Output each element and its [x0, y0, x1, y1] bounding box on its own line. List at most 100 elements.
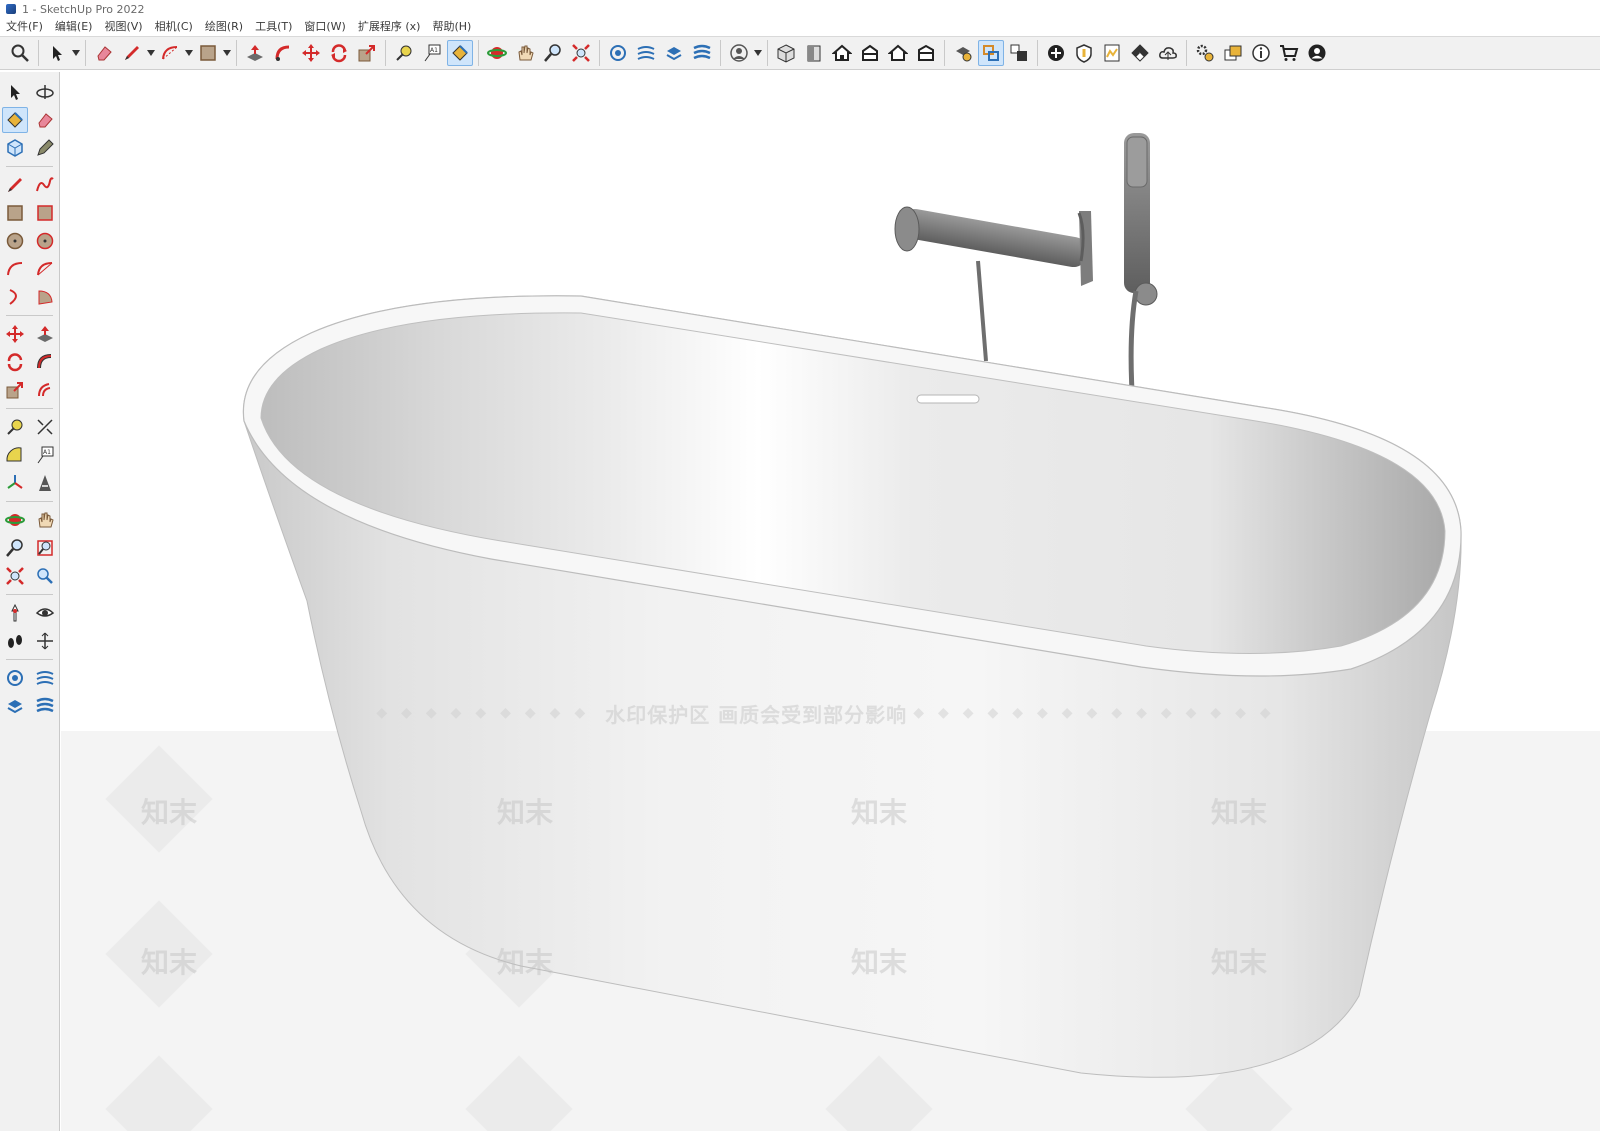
zoom-extents-icon[interactable]: [568, 40, 594, 66]
chevron-down-icon[interactable]: [184, 40, 194, 66]
settings-icon[interactable]: [1192, 40, 1218, 66]
position-camera-icon[interactable]: [2, 600, 28, 626]
shield-icon[interactable]: [1071, 40, 1097, 66]
make-component-icon[interactable]: [2, 135, 28, 161]
follow-me-icon[interactable]: [270, 40, 296, 66]
menu-file[interactable]: 文件(F): [0, 18, 49, 36]
push-pull-icon[interactable]: [242, 40, 268, 66]
offset-icon[interactable]: [32, 377, 58, 403]
menu-edit[interactable]: 编辑(E): [49, 18, 99, 36]
circle-icon[interactable]: [2, 228, 28, 254]
polygon-icon[interactable]: [32, 228, 58, 254]
eraser-icon[interactable]: [32, 107, 58, 133]
pan-icon[interactable]: [512, 40, 538, 66]
warehouse-icon[interactable]: [2, 665, 28, 691]
sandbox-icon[interactable]: [32, 693, 58, 719]
look-around-icon[interactable]: [32, 600, 58, 626]
add-icon[interactable]: [1043, 40, 1069, 66]
home-view-icon[interactable]: [829, 40, 855, 66]
pencil-icon[interactable]: [119, 40, 145, 66]
extension-icon[interactable]: [32, 665, 58, 691]
layout-icon[interactable]: [1099, 40, 1125, 66]
3d-text-icon[interactable]: [32, 470, 58, 496]
model-viewport[interactable]: ◆◆◆◆◆◆◆◆◆ 水印保护区 画质会受到部分影响 ◆◆◆◆◆◆◆◆◆◆◆◆◆◆…: [61, 71, 1600, 1131]
cloud-icon[interactable]: [1155, 40, 1181, 66]
move-icon[interactable]: [298, 40, 324, 66]
arc-icon[interactable]: [2, 256, 28, 282]
paint-bucket-icon[interactable]: [447, 40, 473, 66]
rotate-icon[interactable]: [2, 349, 28, 375]
select-icon[interactable]: [2, 79, 28, 105]
two-point-arc-icon[interactable]: [32, 256, 58, 282]
chevron-down-icon[interactable]: [71, 40, 81, 66]
top-view-icon[interactable]: [857, 40, 883, 66]
checker-icon[interactable]: [1127, 40, 1153, 66]
rectangle-icon[interactable]: [195, 40, 221, 66]
menu-view[interactable]: 视图(V): [98, 18, 148, 36]
menu-draw[interactable]: 绘图(R): [199, 18, 249, 36]
freehand-icon[interactable]: [32, 172, 58, 198]
move-icon[interactable]: [2, 321, 28, 347]
layers-icon[interactable]: [1220, 40, 1246, 66]
select-icon[interactable]: [44, 40, 70, 66]
pan-icon[interactable]: [32, 507, 58, 533]
orbit-icon[interactable]: [2, 507, 28, 533]
follow-me-icon[interactable]: [32, 349, 58, 375]
text-icon[interactable]: A1: [419, 40, 445, 66]
cart-icon[interactable]: [1276, 40, 1302, 66]
zoom-icon[interactable]: [540, 40, 566, 66]
solid-tools-icon[interactable]: [2, 693, 28, 719]
front-view-icon[interactable]: [801, 40, 827, 66]
back-view-icon[interactable]: [913, 40, 939, 66]
axes-icon[interactable]: [2, 470, 28, 496]
scale-icon[interactable]: [2, 377, 28, 403]
menu-tools[interactable]: 工具(T): [249, 18, 298, 36]
solid-tools-icon[interactable]: [661, 40, 687, 66]
previous-view-icon[interactable]: [32, 563, 58, 589]
tag-icon[interactable]: [32, 135, 58, 161]
chevron-down-icon[interactable]: [146, 40, 156, 66]
warehouse-icon[interactable]: [605, 40, 631, 66]
arc-icon[interactable]: [157, 40, 183, 66]
tape-measure-icon[interactable]: [391, 40, 417, 66]
account-icon[interactable]: [726, 40, 752, 66]
menu-extensions[interactable]: 扩展程序 (x): [352, 18, 427, 36]
extension-icon[interactable]: [633, 40, 659, 66]
three-point-arc-icon[interactable]: [2, 284, 28, 310]
pencil-icon[interactable]: [2, 172, 28, 198]
scale-icon[interactable]: [354, 40, 380, 66]
dimension-icon[interactable]: [32, 414, 58, 440]
paint-bucket-icon[interactable]: [1, 107, 28, 133]
chevron-down-icon[interactable]: [222, 40, 232, 66]
protractor-icon[interactable]: [2, 442, 28, 468]
rectangle-icon[interactable]: [2, 200, 28, 226]
eraser-icon[interactable]: [91, 40, 117, 66]
sandbox-icon[interactable]: [689, 40, 715, 66]
toolbar-separator: [6, 594, 53, 595]
right-view-icon[interactable]: [885, 40, 911, 66]
orbit-icon[interactable]: [32, 79, 58, 105]
info-icon[interactable]: [1248, 40, 1274, 66]
walk-icon[interactable]: [2, 628, 28, 654]
style-icon[interactable]: [950, 40, 976, 66]
chevron-down-icon[interactable]: [753, 40, 763, 66]
zoom-icon[interactable]: [2, 535, 28, 561]
orbit-icon[interactable]: [484, 40, 510, 66]
text-icon[interactable]: A1: [32, 442, 58, 468]
rotate-icon[interactable]: [326, 40, 352, 66]
push-pull-icon[interactable]: [32, 321, 58, 347]
section-plane-icon[interactable]: [32, 628, 58, 654]
pie-icon[interactable]: [32, 284, 58, 310]
zoom-extents-icon[interactable]: [2, 563, 28, 589]
rotated-rectangle-icon[interactable]: [32, 200, 58, 226]
search-icon[interactable]: [7, 40, 33, 66]
menu-help[interactable]: 帮助(H): [426, 18, 477, 36]
menu-window[interactable]: 窗口(W): [298, 18, 351, 36]
profile-icon[interactable]: [1304, 40, 1330, 66]
camera-icon[interactable]: [1006, 40, 1032, 66]
menu-camera[interactable]: 相机(C): [149, 18, 199, 36]
zoom-window-icon[interactable]: [32, 535, 58, 561]
tape-measure-icon[interactable]: [2, 414, 28, 440]
section-icon[interactable]: [978, 40, 1004, 66]
iso-view-icon[interactable]: [773, 40, 799, 66]
